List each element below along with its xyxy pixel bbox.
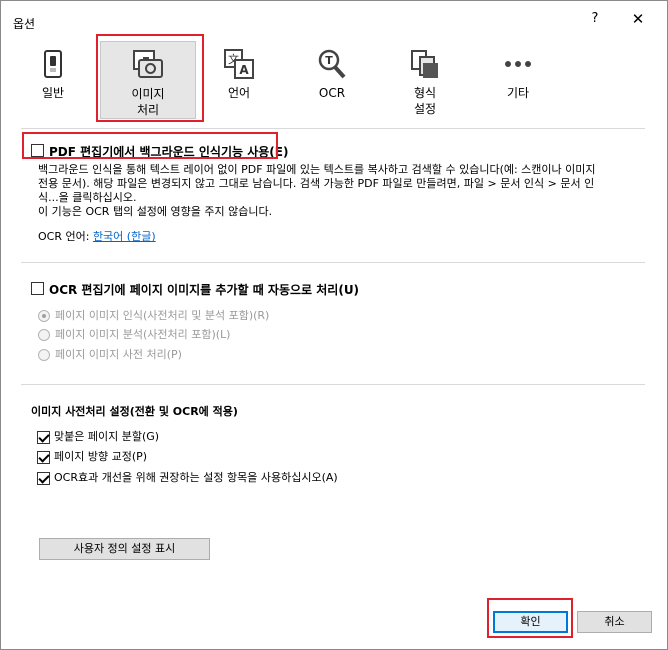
split-pages-label: 맞붙은 페이지 분할(G) [54, 430, 160, 443]
tab-misc[interactable]: 기타 [470, 41, 566, 119]
ocr-language-link[interactable]: 한국어 (한글) [93, 230, 156, 243]
more-icon [505, 61, 531, 67]
orientation-checkbox[interactable] [37, 451, 50, 464]
tab-general[interactable]: 일반 [5, 41, 101, 119]
tab-general-label: 일반 [41, 86, 65, 100]
help-button[interactable]: ? [587, 11, 603, 26]
separator [21, 262, 645, 263]
description-line: 백그라운드 인식을 통해 텍스트 레이어 없이 PDF 파일에 있는 텍스트를 … [38, 163, 596, 176]
tab-language[interactable]: 文 A 언어 [191, 41, 287, 119]
background-recognition-label: PDF 편집기에서 백그라운드 인식기능 사용(E) [49, 145, 289, 159]
ok-button[interactable]: 확인 [493, 611, 568, 633]
description-line: 이 기능은 OCR 탭의 설정에 영향을 주지 않습니다. [38, 205, 273, 218]
language-icon: 文 A [224, 49, 254, 79]
background-recognition-description: 백그라운드 인식을 통해 텍스트 레이어 없이 PDF 파일에 있는 텍스트를 … [38, 163, 658, 219]
separator [21, 128, 645, 129]
split-pages-checkbox[interactable] [37, 431, 50, 444]
ocr-language-label: OCR 언어: [38, 230, 90, 243]
tab-format[interactable]: 형식 설정 [377, 41, 473, 119]
background-recognition-checkbox[interactable] [31, 144, 44, 157]
preprocessing-heading: 이미지 사전처리 설정(전환 및 OCR에 적용) [31, 405, 238, 418]
magnifier-text-icon: T [318, 49, 346, 79]
tab-ocr[interactable]: T OCR [284, 41, 380, 119]
description-line: 식...을 클릭하십시오. [38, 191, 137, 204]
format-icon [411, 50, 438, 78]
auto-process-label: OCR 편집기에 페이지 이미지를 추가할 때 자동으로 처리(U) [49, 283, 360, 297]
svg-text:A: A [239, 63, 249, 77]
svg-text:T: T [325, 54, 333, 67]
tab-format-label: 형식 설정 [413, 86, 437, 116]
radio-recognize-label: 페이지 이미지 인식(사전처리 및 분석 포함)(R) [55, 309, 270, 322]
close-button[interactable]: ✕ [629, 10, 647, 28]
radio-preprocess-label: 페이지 이미지 사전 처리(P) [55, 348, 182, 361]
tab-image-processing[interactable]: 이미지 처리 [100, 41, 196, 119]
description-line: 전용 문서). 해당 파일은 변경되지 않고 그대로 남습니다. 검색 가능한 … [38, 177, 595, 190]
separator [21, 384, 645, 385]
auto-process-checkbox[interactable] [31, 282, 44, 295]
show-custom-settings-button[interactable]: 사용자 정의 설정 표시 [39, 538, 210, 560]
options-dialog: 옵션 ? ✕ 일반 이미지 처리 文 A 언어 T OCR 형식 설정 기타 P… [0, 0, 668, 650]
radio-preprocess[interactable] [38, 349, 50, 361]
dialog-title: 옵션 [13, 17, 36, 31]
recommended-settings-checkbox[interactable] [37, 472, 50, 485]
image-camera-icon [133, 50, 163, 78]
switch-icon [44, 50, 62, 78]
tab-ocr-label: OCR [318, 86, 346, 100]
radio-analyze-label: 페이지 이미지 분석(사전처리 포함)(L) [55, 328, 231, 341]
radio-analyze[interactable] [38, 329, 50, 341]
recommended-settings-label: OCR효과 개선을 위해 권장하는 설정 항목을 사용하십시오(A) [54, 471, 338, 484]
tab-language-label: 언어 [227, 86, 251, 100]
tab-misc-label: 기타 [506, 86, 530, 100]
cancel-button[interactable]: 취소 [577, 611, 652, 633]
ocr-language-row: OCR 언어: 한국어 (한글) [38, 230, 156, 244]
orientation-label: 페이지 방향 교정(P) [54, 450, 148, 463]
radio-recognize[interactable] [38, 310, 50, 322]
tab-image-processing-label: 이미지 처리 [131, 87, 165, 117]
